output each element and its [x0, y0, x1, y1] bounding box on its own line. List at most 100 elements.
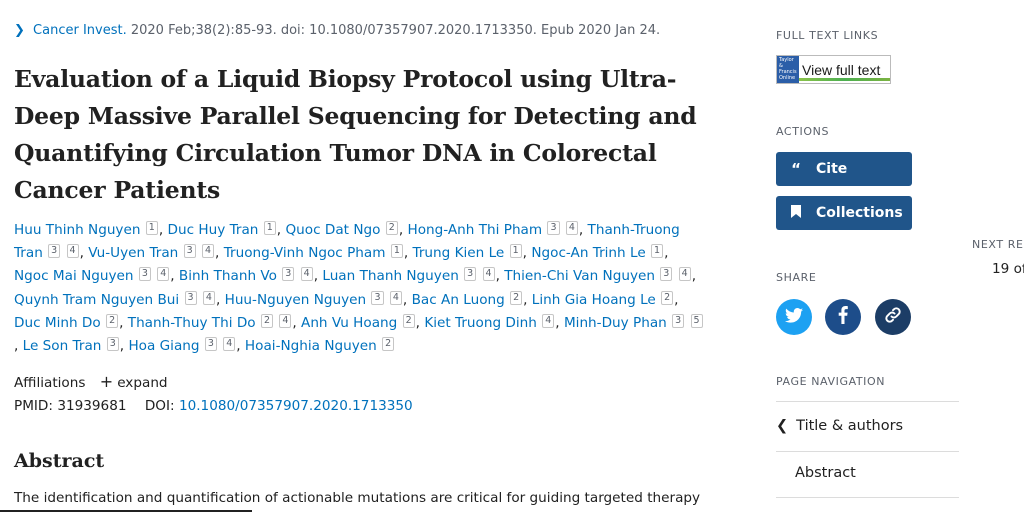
- affiliation-number[interactable]: 2: [510, 290, 523, 305]
- facebook-share-button[interactable]: [825, 299, 861, 335]
- expand-affiliations-button[interactable]: expand: [117, 375, 167, 391]
- affiliation-number[interactable]: 3: [464, 267, 477, 282]
- pmid-label: PMID:: [14, 398, 53, 414]
- author: Hong-Anh Thi Pham 3 4: [407, 221, 578, 238]
- affiliation-number[interactable]: 4: [542, 313, 555, 328]
- affiliation-number[interactable]: 3: [184, 290, 197, 305]
- affiliation-number[interactable]: 3: [106, 337, 119, 352]
- author-link[interactable]: Vu-Uyen Tran: [88, 245, 178, 261]
- author-link[interactable]: Anh Vu Hoang: [301, 315, 397, 331]
- author-link[interactable]: Trung Kien Le: [413, 245, 505, 261]
- author: Thanh-Thuy Thi Do 2 4: [128, 313, 293, 331]
- author-link[interactable]: Hong-Anh Thi Pham: [407, 222, 542, 238]
- affiliation-number[interactable]: 2: [106, 313, 119, 328]
- nav-item-abstract[interactable]: Abstract: [776, 465, 959, 481]
- affiliation-number[interactable]: 1: [263, 221, 276, 235]
- twitter-share-button[interactable]: [776, 299, 812, 335]
- authors-list: Huu Thinh Nguyen 1, Duc Huy Tran 1, Quoc…: [14, 219, 704, 358]
- affiliation-number[interactable]: 3: [183, 244, 196, 259]
- affiliation-number[interactable]: 4: [678, 267, 691, 282]
- affiliation-number[interactable]: 2: [260, 313, 273, 328]
- author: Ngoc-An Trinh Le 1: [531, 244, 664, 261]
- journal-link[interactable]: Cancer Invest.: [33, 23, 127, 38]
- author: Thien-Chi Van Nguyen 3 4: [504, 267, 691, 284]
- actions-label: ACTIONS: [776, 125, 830, 138]
- affiliation-number[interactable]: 3: [138, 267, 151, 282]
- author: Huu Thinh Nguyen 1: [14, 221, 159, 238]
- affiliation-number[interactable]: 4: [202, 290, 215, 305]
- collections-button[interactable]: Collections: [776, 196, 912, 230]
- bookmark-icon: [776, 204, 816, 222]
- affiliation-number[interactable]: 2: [402, 313, 415, 328]
- affiliation-number[interactable]: 4: [300, 267, 313, 282]
- affiliation-number[interactable]: 1: [651, 244, 664, 259]
- author-link[interactable]: Le Son Tran: [23, 338, 102, 354]
- cite-button[interactable]: “ Cite: [776, 152, 912, 186]
- permalink-button[interactable]: [875, 299, 911, 335]
- author-link[interactable]: Duc Minh Do: [14, 315, 101, 331]
- author-link[interactable]: Duc Huy Tran: [168, 222, 259, 238]
- affiliation-number[interactable]: 2: [382, 337, 395, 352]
- affiliation-number[interactable]: 3: [204, 337, 217, 352]
- affiliation-number[interactable]: 1: [390, 244, 403, 259]
- author-link[interactable]: Luan Thanh Nguyen: [322, 268, 458, 284]
- author-link[interactable]: Huu Thinh Nguyen: [14, 222, 140, 238]
- author-link[interactable]: Ngoc-An Trinh Le: [531, 245, 645, 261]
- publisher-logo-text: Taylor & Francis Online: [779, 57, 797, 81]
- affiliation-number[interactable]: 3: [547, 221, 560, 235]
- full-text-stripe: [799, 78, 890, 81]
- chevron-left-icon: ❮: [776, 418, 789, 434]
- author-link[interactable]: Minh-Duy Phan: [564, 315, 667, 331]
- affiliation-number[interactable]: 4: [201, 244, 215, 259]
- author: Trung Kien Le 1: [413, 244, 523, 261]
- author-link[interactable]: Hoa Giang: [128, 338, 199, 354]
- author-link[interactable]: Hoai-Nghia Nguyen: [245, 338, 377, 354]
- abstract-text: The identification and quantification of…: [14, 490, 701, 506]
- article-title: Evaluation of a Liquid Biopsy Protocol u…: [14, 65, 697, 204]
- affiliation-number[interactable]: 3: [371, 290, 384, 305]
- twitter-icon: [785, 307, 803, 327]
- author: Truong-Vinh Ngoc Pham 1: [224, 244, 404, 261]
- doi-link[interactable]: 10.1080/07357907.2020.1713350: [179, 398, 413, 414]
- author: Vu-Uyen Tran 3 4: [88, 244, 215, 261]
- affiliation-number[interactable]: 1: [509, 244, 522, 259]
- view-full-text-button[interactable]: Taylor & Francis Online View full text: [776, 55, 891, 84]
- full-text-links-label: FULL TEXT LINKS: [776, 29, 879, 42]
- pmid-value: 31939681: [57, 398, 127, 414]
- affiliation-number[interactable]: 3: [672, 313, 685, 328]
- affiliation-number[interactable]: 5: [690, 313, 703, 328]
- chevron-right-icon: ❯: [14, 23, 25, 38]
- affiliation-number[interactable]: 4: [66, 244, 79, 259]
- author-link[interactable]: Quoc Dat Ngo: [285, 222, 380, 238]
- affiliation-number[interactable]: 4: [223, 337, 236, 352]
- affiliation-number[interactable]: 4: [565, 221, 578, 235]
- author-link[interactable]: Thien-Chi Van Nguyen: [504, 268, 655, 284]
- affiliation-number[interactable]: 4: [389, 290, 402, 305]
- affiliation-number[interactable]: 2: [385, 221, 398, 235]
- nav-item-title-authors[interactable]: ❮ Title & authors: [776, 418, 959, 434]
- next-results-label: NEXT RES: [972, 238, 1024, 251]
- author: Bac An Luong 2: [412, 290, 524, 308]
- cite-label: Cite: [816, 161, 848, 177]
- affiliation-number[interactable]: 4: [157, 267, 170, 282]
- author-link[interactable]: Bac An Luong: [412, 292, 505, 308]
- affiliation-number[interactable]: 3: [282, 267, 295, 282]
- author-link[interactable]: Huu-Nguyen Nguyen: [225, 292, 367, 308]
- affiliation-number[interactable]: 1: [145, 221, 158, 235]
- author: Duc Minh Do 2: [14, 313, 119, 331]
- author-link[interactable]: Quynh Tram Nguyen Bui: [14, 292, 179, 308]
- author-link[interactable]: Ngoc Mai Nguyen: [14, 268, 134, 284]
- author-link[interactable]: Truong-Vinh Ngoc Pham: [224, 245, 386, 261]
- plus-icon[interactable]: +: [100, 372, 113, 391]
- author-link[interactable]: Binh Thanh Vo: [179, 268, 277, 284]
- affiliation-number[interactable]: 4: [279, 313, 292, 328]
- author: Duc Huy Tran 1: [168, 221, 277, 238]
- nav-divider: [776, 401, 959, 402]
- author-link[interactable]: Thanh-Thuy Thi Do: [128, 315, 256, 331]
- author-link[interactable]: Kiet Truong Dinh: [424, 315, 537, 331]
- author-link[interactable]: Linh Gia Hoang Le: [532, 292, 656, 308]
- affiliation-number[interactable]: 3: [660, 267, 673, 282]
- affiliation-number[interactable]: 4: [482, 267, 495, 282]
- affiliation-number[interactable]: 2: [661, 290, 674, 305]
- affiliation-number[interactable]: 3: [48, 244, 61, 259]
